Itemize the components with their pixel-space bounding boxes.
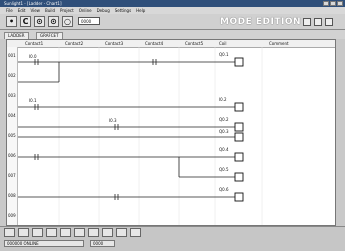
status-icon-1[interactable]	[4, 228, 15, 237]
window-controls	[323, 1, 343, 6]
stop-icon[interactable]: ○	[62, 16, 73, 27]
menu-settings[interactable]: Settings	[115, 8, 131, 13]
menu-edit[interactable]: Edit	[18, 8, 26, 13]
menu-help[interactable]: Help	[136, 8, 145, 13]
close-button[interactable]	[337, 1, 343, 6]
toolbar: • C ⊙ ⊙ ○ 0000 MODE EDITION	[0, 14, 345, 30]
status-icon-4[interactable]	[46, 228, 57, 237]
status-bar: 000000 ONLINE 0000	[0, 226, 345, 251]
maximize-button[interactable]	[330, 1, 336, 6]
coil-label: Q0.6	[219, 187, 229, 192]
coil-label: Q0.2	[219, 117, 229, 122]
help-icon[interactable]	[325, 18, 333, 26]
menu-file[interactable]: File	[6, 8, 13, 13]
menu-build[interactable]: Build	[45, 8, 55, 13]
step-input[interactable]: 0000	[78, 17, 100, 25]
zoom-in-icon[interactable]	[303, 18, 311, 26]
menu-project[interactable]: Project	[60, 8, 74, 13]
menu-view[interactable]: View	[30, 8, 40, 13]
contact-label: I0.0	[29, 54, 37, 59]
tab-grafcet[interactable]: GRAFCET	[36, 32, 63, 39]
coil-label: Q0.3	[219, 129, 229, 134]
status-icon-7[interactable]	[88, 228, 99, 237]
contact-label: I0.1	[29, 98, 37, 103]
status-icon-9[interactable]	[116, 228, 127, 237]
menu-bar: File Edit View Build Project Online Debu…	[0, 7, 345, 14]
open-icon[interactable]: C	[20, 16, 31, 27]
status-icon-8[interactable]	[102, 228, 113, 237]
status-icon-3[interactable]	[32, 228, 43, 237]
window-title: Sunlight1 - [Ladder - Chart1]	[4, 1, 62, 6]
status-icon-2[interactable]	[18, 228, 29, 237]
coil-label: I0.2	[219, 97, 227, 102]
new-icon[interactable]: •	[6, 16, 17, 27]
contact-label: I0.3	[109, 118, 117, 123]
tabs-bar: LADDER GRAFCET	[0, 30, 345, 39]
coil-label: Q0.4	[219, 147, 229, 152]
mode-label: MODE EDITION	[220, 17, 301, 27]
coil-label: Q0.1	[219, 52, 229, 57]
menu-debug[interactable]: Debug	[97, 8, 110, 13]
zoom-out-icon[interactable]	[314, 18, 322, 26]
coil-label: Q0.5	[219, 167, 229, 172]
menu-online[interactable]: Online	[79, 8, 92, 13]
ladder-diagram	[18, 47, 263, 225]
title-bar: Sunlight1 - [Ladder - Chart1]	[0, 0, 345, 7]
status-field-2: 0000	[90, 240, 115, 247]
tab-ladder[interactable]: LADDER	[4, 32, 29, 39]
status-icon-6[interactable]	[74, 228, 85, 237]
save-icon[interactable]: ⊙	[34, 16, 45, 27]
status-icon-10[interactable]	[130, 228, 141, 237]
status-field-1: 000000 ONLINE	[4, 240, 84, 247]
ladder-editor[interactable]: Contact1 Contact2 Contact3 Contact4 Cont…	[6, 39, 336, 226]
online-icon[interactable]: ⊙	[48, 16, 59, 27]
minimize-button[interactable]	[323, 1, 329, 6]
status-icon-5[interactable]	[60, 228, 71, 237]
